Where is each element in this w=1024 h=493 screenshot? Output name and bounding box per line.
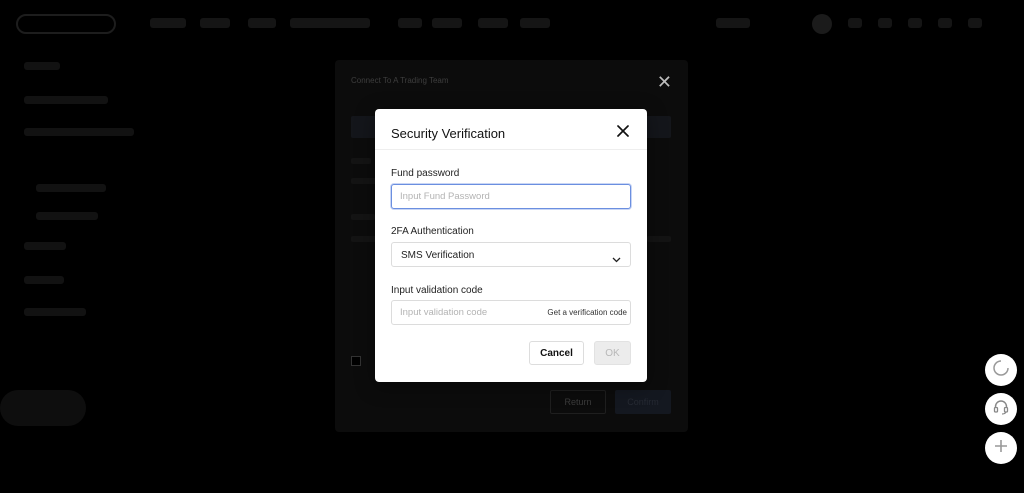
nav-icon[interactable] — [878, 18, 892, 28]
dialog-header: Security Verification — [375, 109, 647, 150]
plus-icon — [993, 438, 1009, 459]
nav-icon[interactable] — [938, 18, 952, 28]
theme-toggle-button[interactable] — [985, 354, 1017, 386]
team-return-button[interactable]: Return — [550, 390, 606, 414]
nav-item[interactable] — [716, 18, 750, 28]
sidebar-item[interactable] — [24, 128, 134, 136]
nav-item[interactable] — [398, 18, 422, 28]
top-navbar — [0, 0, 1024, 48]
logo — [16, 14, 116, 34]
sidebar-item[interactable] — [24, 276, 64, 284]
team-modal-checkbox[interactable] — [351, 356, 361, 366]
add-button[interactable] — [985, 432, 1017, 464]
get-verification-code-link[interactable]: Get a verification code — [547, 308, 627, 317]
twofa-label: 2FA Authentication — [391, 226, 474, 237]
nav-item[interactable] — [248, 18, 276, 28]
team-modal-text — [351, 158, 371, 164]
close-icon[interactable] — [615, 123, 631, 139]
theme-toggle-icon — [992, 359, 1010, 382]
nav-icon[interactable] — [968, 18, 982, 28]
sidebar-item[interactable] — [36, 184, 106, 192]
nav-item[interactable] — [432, 18, 462, 28]
twofa-select[interactable]: SMS Verification — [391, 242, 631, 267]
cancel-button[interactable]: Cancel — [529, 341, 584, 365]
dialog-title: Security Verification — [391, 126, 506, 141]
twofa-selected-value: SMS Verification — [401, 250, 475, 261]
security-verification-dialog: Security Verification Fund password 2FA … — [375, 109, 647, 382]
headset-support-icon — [992, 398, 1010, 421]
fund-password-label: Fund password — [391, 168, 460, 179]
sidebar-item[interactable] — [24, 96, 108, 104]
nav-item[interactable] — [150, 18, 186, 28]
fund-password-input[interactable] — [391, 184, 631, 209]
sidebar-pill-button[interactable] — [0, 390, 86, 426]
nav-icon[interactable] — [908, 18, 922, 28]
team-modal-text — [351, 236, 377, 242]
team-modal-close-icon[interactable]: ✕ — [657, 73, 672, 91]
sidebar-item[interactable] — [36, 212, 98, 220]
nav-icon[interactable] — [848, 18, 862, 28]
nav-item[interactable] — [200, 18, 230, 28]
team-modal-title: Connect To A Trading Team — [351, 76, 449, 85]
support-button[interactable] — [985, 393, 1017, 425]
ok-button[interactable]: OK — [594, 341, 631, 365]
sidebar-item[interactable] — [24, 242, 66, 250]
nav-item[interactable] — [478, 18, 508, 28]
chevron-down-icon — [612, 251, 621, 269]
avatar[interactable] — [812, 14, 832, 34]
nav-item[interactable] — [520, 18, 550, 28]
validation-code-input[interactable] — [392, 301, 542, 324]
sidebar-item[interactable] — [24, 62, 60, 70]
nav-item[interactable] — [290, 18, 370, 28]
team-modal-text — [647, 236, 671, 242]
team-modal-text — [351, 214, 375, 220]
team-confirm-button[interactable]: Confirm — [615, 390, 671, 414]
validation-code-label: Input validation code — [391, 285, 483, 296]
sidebar-item[interactable] — [24, 308, 86, 316]
validation-code-field: Get a verification code — [391, 300, 631, 325]
